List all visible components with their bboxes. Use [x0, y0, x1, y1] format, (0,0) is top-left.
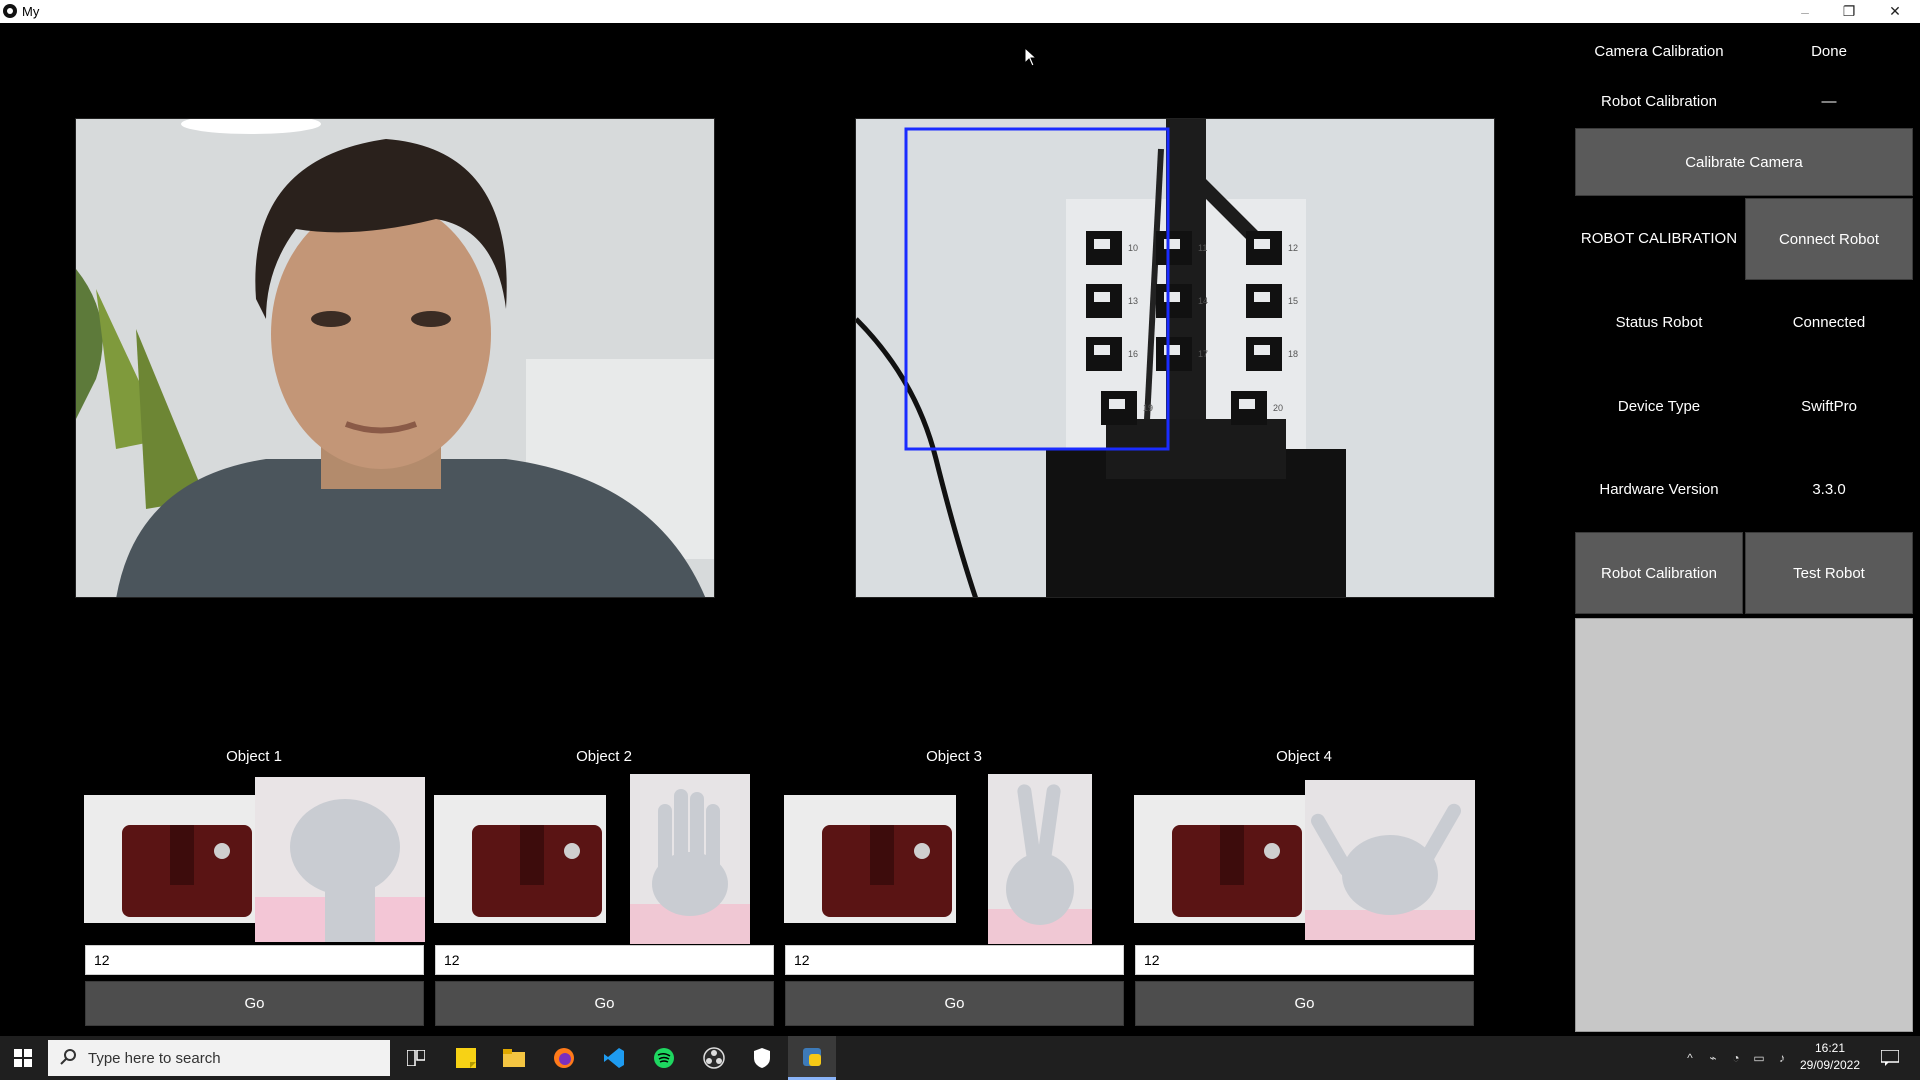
device-type-label: Device Type [1617, 398, 1701, 415]
face-camera-image [76, 119, 714, 597]
robot-calibration-button[interactable]: Robot Calibration [1575, 532, 1743, 614]
robot-camera-feed: 10 11 12 13 14 15 16 17 18 19 20 [855, 118, 1495, 598]
marker-label: 16 [1128, 349, 1138, 359]
aruco-marker-pattern [1254, 345, 1270, 355]
tray-battery-icon[interactable]: ▭ [1749, 1048, 1769, 1068]
status-robot-value: Connected [1792, 314, 1866, 331]
title-bar: My – ❐ ✕ [0, 0, 1920, 23]
tray-wifi-icon[interactable]: ◔ [1726, 1048, 1746, 1068]
clock-time: 16:21 [1814, 1041, 1846, 1055]
tray-usb-icon[interactable]: ⌁ [1703, 1048, 1723, 1068]
task-view-icon[interactable] [392, 1036, 440, 1080]
aruco-marker-pattern [1109, 399, 1125, 409]
clock-date: 29/09/2022 [1799, 1058, 1861, 1072]
hardware-version-value: 3.3.0 [1812, 481, 1846, 498]
object-3-go-button[interactable]: Go [785, 981, 1124, 1026]
tray-chevron-icon[interactable]: ^ [1680, 1048, 1700, 1068]
object-3-gesture-image [988, 774, 1092, 944]
marker-label: 19 [1143, 403, 1153, 413]
marker-label: 14 [1198, 296, 1208, 306]
minimize-button[interactable]: – [1782, 0, 1828, 23]
mouse-cursor-icon [1024, 46, 1038, 72]
python-app-icon[interactable] [788, 1036, 836, 1080]
object-3-title: Object 3 [926, 748, 982, 765]
aruco-marker-pattern [1094, 292, 1110, 302]
object-1-input[interactable] [85, 945, 424, 975]
start-button[interactable] [0, 1036, 46, 1080]
robot-calibration-label: Robot Calibration [1601, 93, 1717, 110]
object-3-wallet-image [784, 795, 956, 923]
connect-robot-button[interactable]: Connect Robot [1745, 198, 1913, 280]
object-4-input[interactable] [1135, 945, 1474, 975]
aruco-marker-pattern [1254, 292, 1270, 302]
marker-label: 20 [1273, 403, 1283, 413]
marker-label: 12 [1288, 243, 1298, 253]
object-1-wallet-image [84, 795, 256, 923]
marker-label: 18 [1288, 349, 1298, 359]
object-4-gesture-image [1305, 780, 1475, 940]
security-shield-icon[interactable] [738, 1036, 786, 1080]
aruco-marker-pattern [1164, 292, 1180, 302]
marker-label: 17 [1198, 349, 1208, 359]
window-title: My [22, 4, 40, 19]
aruco-marker-pattern [1094, 345, 1110, 355]
object-3-input[interactable] [785, 945, 1124, 975]
app-icon [3, 4, 17, 18]
maximize-button[interactable]: ❐ [1826, 0, 1872, 23]
notification-icon[interactable] [1878, 1046, 1902, 1070]
test-robot-button[interactable]: Test Robot [1745, 532, 1913, 614]
object-4-go-button[interactable]: Go [1135, 981, 1474, 1026]
face-camera-feed [75, 118, 715, 598]
robot-calibration-heading: ROBOT CALIBRATION [1580, 230, 1738, 247]
object-2-title: Object 2 [576, 748, 632, 765]
aruco-marker-pattern [1094, 239, 1110, 249]
object-1-go-button[interactable]: Go [85, 981, 424, 1026]
taskbar: Type here to search ^ ⌁ ◔ ▭ ♪ 16:21 29/0… [0, 1036, 1920, 1080]
spotify-icon[interactable] [640, 1036, 688, 1080]
object-2-gesture-image [630, 774, 750, 944]
windows-icon [14, 1049, 32, 1067]
object-2-input[interactable] [435, 945, 774, 975]
robot-calibration-value: — [1821, 93, 1837, 110]
search-placeholder: Type here to search [88, 1049, 221, 1067]
aruco-marker-pattern [1164, 345, 1180, 355]
output-area [1575, 618, 1913, 1032]
taskbar-search[interactable]: Type here to search [48, 1040, 390, 1076]
search-icon [60, 1049, 76, 1065]
aruco-marker-pattern [1239, 399, 1255, 409]
object-4-title: Object 4 [1276, 748, 1332, 765]
vscode-icon[interactable] [590, 1036, 638, 1080]
marker-label: 15 [1288, 296, 1298, 306]
aruco-marker-pattern [1164, 239, 1180, 249]
object-2-go-button[interactable]: Go [435, 981, 774, 1026]
robot-camera-image: 10 11 12 13 14 15 16 17 18 19 20 [856, 119, 1494, 597]
object-1-title: Object 1 [226, 748, 282, 765]
status-robot-label: Status Robot [1615, 314, 1703, 331]
marker-label: 10 [1128, 243, 1138, 253]
taskbar-clock[interactable]: 16:21 29/09/2022 [1788, 1040, 1872, 1074]
aruco-marker-pattern [1254, 239, 1270, 249]
sticky-notes-icon[interactable] [442, 1036, 490, 1080]
object-1-gesture-image [255, 777, 425, 942]
object-2-wallet-image [434, 795, 606, 923]
object-4-wallet-image [1134, 795, 1306, 923]
hardware-version-label: Hardware Version [1599, 481, 1719, 498]
camera-calibration-value: Done [1811, 43, 1847, 60]
close-button[interactable]: ✕ [1872, 0, 1918, 23]
camera-calibration-label: Camera Calibration [1594, 43, 1724, 60]
calibrate-camera-button[interactable]: Calibrate Camera [1575, 128, 1913, 196]
obs-icon[interactable] [690, 1036, 738, 1080]
file-explorer-icon[interactable] [490, 1036, 538, 1080]
marker-label: 11 [1198, 243, 1207, 253]
device-type-value: SwiftPro [1801, 398, 1857, 415]
firefox-icon[interactable] [540, 1036, 588, 1080]
marker-label: 13 [1128, 296, 1138, 306]
